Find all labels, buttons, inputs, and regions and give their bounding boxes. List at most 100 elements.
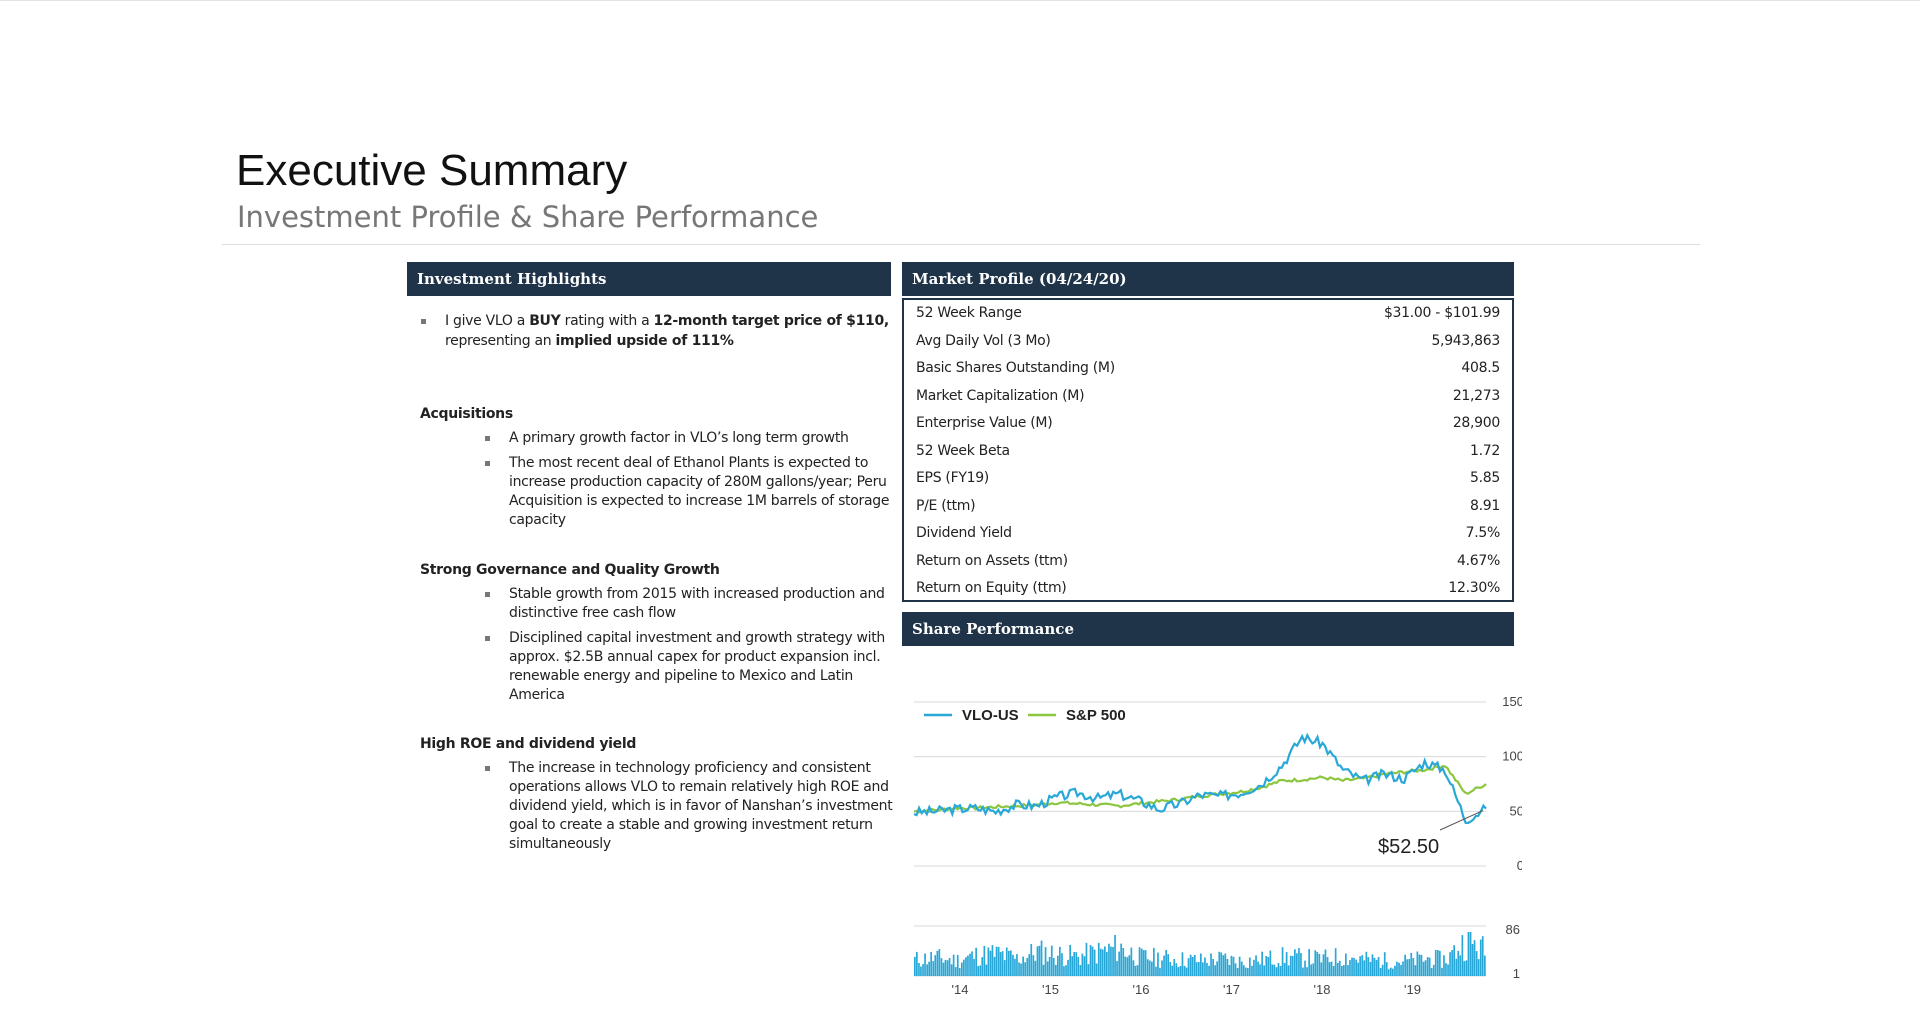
volume-bar: [1296, 953, 1298, 976]
volume-bar: [1008, 950, 1010, 976]
volume-bar: [948, 958, 951, 976]
volume-bar: [967, 955, 969, 976]
volume-bar: [1130, 947, 1133, 976]
bullet-icon: [485, 636, 490, 641]
volume-bar: [952, 954, 955, 976]
volume-bar: [993, 956, 996, 976]
table-row: Basic Shares Outstanding (M) 408.5: [904, 355, 1512, 382]
volume-bar: [1134, 965, 1137, 976]
table-row: P/E (ttm) 8.91: [904, 493, 1512, 520]
volume-bar: [1365, 951, 1368, 976]
row-value: 408.5: [1461, 360, 1500, 376]
volume-bar: [1477, 959, 1480, 976]
volume-bar: [1110, 946, 1112, 976]
volume-bar: [1304, 960, 1306, 976]
volume-bar: [1153, 947, 1155, 976]
volume-bar: [1136, 965, 1139, 976]
volume-bar: [1118, 951, 1120, 976]
share-performance-header: Share Performance: [902, 612, 1514, 646]
volume-bar: [1357, 962, 1359, 976]
volume-bar: [1422, 961, 1425, 976]
volume-bar: [1232, 956, 1235, 976]
volume-bar: [1369, 961, 1372, 976]
volume-bar: [1471, 944, 1474, 976]
volume-bar: [1463, 961, 1466, 976]
chart-legend: VLO-US S&P 500: [924, 707, 1126, 724]
volume-bar: [1300, 953, 1302, 976]
volume-bar: [1083, 956, 1086, 976]
x-tick-label: '15: [1042, 982, 1059, 997]
volume-bar: [1412, 958, 1415, 976]
volume-bar: [1202, 962, 1204, 976]
volume-bar: [1208, 965, 1210, 976]
volume-bar: [1073, 952, 1075, 976]
investment-highlights-header: Investment Highlights: [407, 262, 891, 296]
volume-bar: [1281, 947, 1284, 976]
volume-bar: [1075, 952, 1078, 976]
gov-bullet-2-line-2: approx. $2.5B annual capex for product e…: [509, 649, 881, 665]
volume-bar: [981, 957, 984, 976]
volume-bar: [914, 956, 916, 976]
volume-bar: [987, 947, 990, 976]
volume-bar: [1367, 957, 1370, 976]
volume-bar: [1185, 967, 1188, 976]
volume-bar: [1224, 953, 1227, 976]
volume-bar: [1167, 954, 1169, 976]
volume-bar: [1249, 957, 1251, 976]
volume-bar: [1445, 963, 1447, 976]
volume-bar: [930, 951, 932, 976]
volume-bar: [1479, 939, 1482, 976]
volume-bar: [1267, 957, 1270, 976]
volume-bar: [1473, 940, 1476, 976]
volume-bar: [1351, 957, 1353, 976]
volume-bar: [1383, 952, 1386, 976]
volume-bar: [1238, 956, 1241, 976]
volume-bar: [1012, 954, 1014, 976]
volume-bar: [1363, 960, 1366, 976]
volume-bar: [942, 962, 945, 976]
volume-bar: [1287, 965, 1290, 976]
volume-bar: [1018, 962, 1020, 976]
volume-bar: [1126, 957, 1129, 976]
section-title-acquisitions: Acquisitions: [420, 406, 513, 422]
volume-bar: [1187, 958, 1190, 976]
volume-bar: [1251, 965, 1253, 976]
volume-bar: [1116, 961, 1118, 976]
table-row: Return on Equity (ttm) 12.30%: [904, 575, 1512, 602]
table-row: 52 Week Beta 1.72: [904, 438, 1512, 465]
volume-bar: [1457, 950, 1460, 976]
intro-line-2: representing an implied upside of 111%: [445, 333, 734, 349]
volume-bar: [1165, 950, 1167, 976]
bullet-icon: [485, 461, 490, 466]
volume-bar: [1220, 952, 1223, 976]
volume-bar: [1306, 967, 1308, 976]
acq-bullet-2-line-1: The most recent deal of Ethanol Plants i…: [509, 455, 869, 471]
acq-bullet-2-line-2: increase production capacity of 280M gal…: [509, 474, 887, 490]
volume-bar: [1148, 960, 1151, 976]
volume-bar: [1042, 964, 1045, 976]
volume-bar: [1467, 932, 1470, 976]
volume-bar: [1439, 950, 1441, 976]
volume-bar: [1020, 963, 1022, 976]
volume-bar: [1132, 960, 1135, 976]
volume-bar: [1347, 965, 1349, 976]
y-tick-label: 0: [1517, 858, 1522, 873]
volume-bar: [977, 966, 979, 976]
volume-bar: [1026, 958, 1029, 976]
share-performance-chart: 150 100 50 0 '14 '15 '16 '17 '18 '19 86 1 VLO-US …: [913, 694, 1522, 997]
volume-bar: [1087, 964, 1090, 976]
volume-bar: [971, 951, 973, 976]
volume-bar: [1324, 949, 1327, 976]
volume-bar: [1206, 962, 1208, 976]
acq-bullet-2-line-4: capacity: [509, 512, 566, 528]
row-label: Avg Daily Vol (3 Mo): [916, 332, 1051, 349]
volume-bar: [1097, 942, 1100, 976]
volume-bar: [1191, 956, 1194, 976]
volume-bar: [1291, 956, 1294, 976]
volume-bar: [1240, 961, 1243, 976]
volume-bar: [1361, 955, 1364, 976]
volume-bar: [1001, 951, 1004, 976]
row-value: 28,900: [1452, 415, 1500, 431]
volume-bar: [1046, 961, 1049, 976]
volume-bar: [1204, 957, 1206, 976]
